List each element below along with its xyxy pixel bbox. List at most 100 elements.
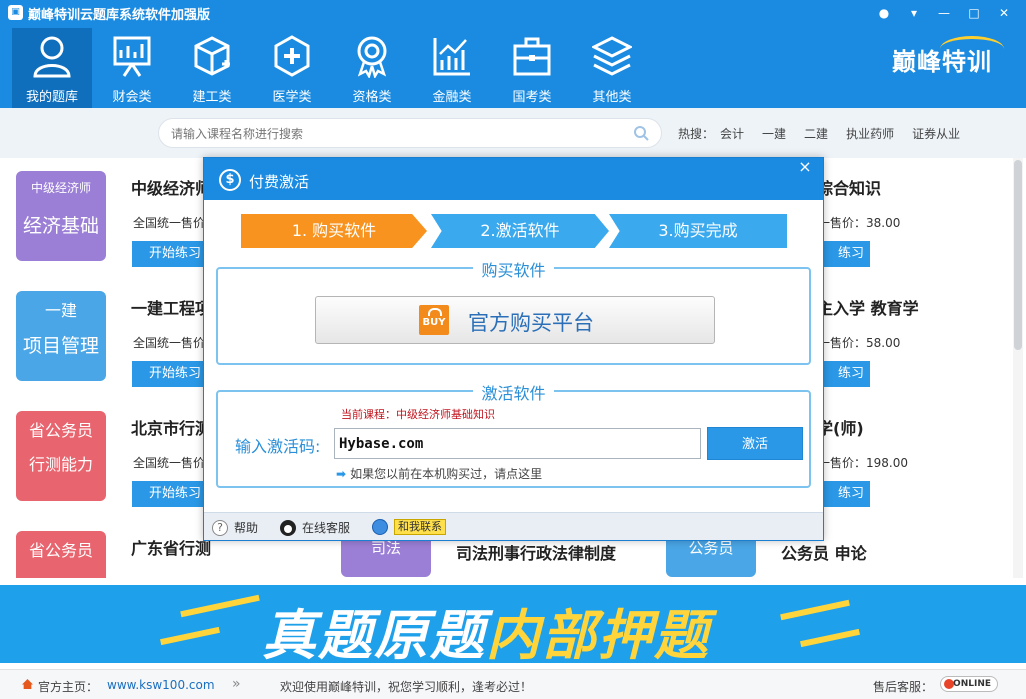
course-price: 一售价：198.00	[818, 456, 908, 470]
category-nav: 我的题库 财会类 建工类 医学类 资格类 金融类 国考类 其他类	[12, 28, 652, 108]
start-practice-button[interactable]: 练习	[822, 481, 870, 507]
current-course-text: 当前课程：中级经济师基础知识	[341, 408, 495, 421]
help-label: 帮助	[234, 521, 259, 535]
nav-label: 金融类	[432, 90, 472, 105]
step-buy: 1. 购买软件	[241, 214, 427, 248]
help-icon: ?	[212, 519, 228, 536]
start-practice-button[interactable]: 练习	[822, 361, 870, 387]
hot-item-securities[interactable]: 证券从业	[912, 125, 960, 142]
activate-section-title: 激活软件	[473, 384, 554, 403]
badge-subject: 项目管理	[22, 335, 99, 357]
service-label: 售后客服：	[873, 680, 934, 694]
user-icon	[33, 36, 71, 78]
course-card: 学(师) 一售价：198.00 练习	[817, 411, 1002, 511]
hot-item-pharmacist[interactable]: 执业药师	[846, 125, 894, 142]
search-input[interactable]	[171, 124, 621, 144]
menu-icon[interactable]: ▾	[902, 4, 926, 22]
section-legend: 购买软件	[218, 257, 809, 281]
course-badge[interactable]: 中级经济师 经济基础	[16, 171, 106, 261]
official-buy-button[interactable]: BUY 官方购买平台	[315, 296, 715, 344]
nav-other[interactable]: 其他类	[572, 28, 652, 108]
hot-item-erjian[interactable]: 二建	[804, 125, 828, 142]
nav-my-library[interactable]: 我的题库	[12, 28, 92, 108]
banner-stripe	[160, 626, 220, 646]
activation-code-label: 输入激活码:	[235, 437, 321, 456]
dialog-body: 1. 购买软件 2.激活软件 3.购买完成 购买软件 BUY 官方购买平台 激活…	[204, 200, 823, 512]
nav-label: 财会类	[112, 90, 152, 105]
course-title: 北京市行测	[131, 419, 212, 438]
hot-item-yijian[interactable]: 一建	[762, 125, 786, 142]
qq-icon	[280, 519, 296, 536]
restore-purchase-link[interactable]: ➡ 如果您以前在本机购买过，请点这里	[336, 465, 542, 482]
course-badge[interactable]: 省公务员	[16, 531, 106, 578]
double-chevron-icon: »	[232, 676, 241, 692]
nav-medical[interactable]: 医学类	[252, 28, 332, 108]
online-service-button[interactable]: ONLINE	[940, 676, 998, 692]
course-title: 中级经济师	[131, 179, 212, 198]
close-icon[interactable]: ✕	[992, 4, 1016, 22]
scrollbar-thumb[interactable]	[1014, 160, 1022, 350]
app-icon: ▣	[8, 5, 23, 20]
home-icon	[22, 679, 33, 689]
maximize-icon[interactable]: □	[962, 4, 986, 22]
contact-me-link[interactable]: 和我联系	[372, 519, 446, 535]
dialog-close-button[interactable]: ×	[795, 158, 815, 178]
buy-section: 购买软件 BUY 官方购买平台	[216, 261, 811, 365]
nav-finance[interactable]: 金融类	[412, 28, 492, 108]
app-title: 巅峰特训云题库系统软件加强版	[28, 8, 211, 23]
course-badge[interactable]: 省公务员 行测能力	[16, 411, 106, 501]
course-title: 广东省行测	[131, 539, 212, 558]
homepage-label: 官方主页：	[38, 680, 99, 694]
step-activate: 2.激活软件	[431, 214, 609, 248]
badge-category: 中级经济师	[30, 181, 91, 195]
dollar-icon: $	[219, 169, 241, 191]
online-service-link[interactable]: 在线客服	[280, 519, 350, 536]
banner-slogan: 真题原题内部押题	[262, 591, 710, 663]
course-title: 主入学 教育学	[817, 299, 919, 318]
nav-national-exam[interactable]: 国考类	[492, 28, 572, 108]
nav-construction[interactable]: 建工类	[172, 28, 252, 108]
nav-label: 建工类	[192, 90, 232, 105]
badge-subject: 经济基础	[22, 215, 99, 237]
medical-cross-icon	[274, 35, 310, 77]
activate-button[interactable]: 激活	[707, 427, 803, 460]
nav-label: 医学类	[272, 90, 312, 105]
step-complete: 3.购买完成	[609, 214, 787, 248]
nav-accounting[interactable]: 财会类	[92, 28, 172, 108]
activation-dialog: $ 付费激活 × 1. 购买软件 2.激活软件 3.购买完成 购买软件 BUY …	[203, 157, 824, 541]
brand-logo: 巅峰特训	[892, 47, 992, 76]
activate-section: 激活软件 当前课程：中级经济师基础知识 输入激活码: 激活 ➡如果您以前在本机购…	[216, 384, 811, 488]
window-controls: ● ▾ — □ ✕	[872, 4, 1016, 22]
grid-scrollbar[interactable]	[1013, 158, 1023, 578]
hot-item-accounting[interactable]: 会计	[720, 125, 744, 142]
start-practice-button[interactable]: 练习	[822, 241, 870, 267]
search-box	[158, 118, 662, 148]
dialog-footer: ? 帮助 在线客服 和我联系	[204, 512, 823, 540]
status-bar: 官方主页： www.ksw100.com » 欢迎使用巅峰特训，祝您学习顺利，逢…	[0, 669, 1026, 699]
buy-button-label: 官方购买平台	[468, 311, 594, 335]
cube-icon	[194, 36, 230, 76]
nav-qualification[interactable]: 资格类	[332, 28, 412, 108]
search-icon[interactable]	[633, 125, 649, 141]
course-title: 综合知识	[817, 179, 882, 198]
dialog-title: 付费激活	[249, 173, 310, 191]
help-link[interactable]: ? 帮助	[212, 519, 258, 536]
hot-search-label: 热搜：	[678, 127, 715, 141]
course-badge[interactable]: 一建 项目管理	[16, 291, 106, 381]
banner-stripe	[780, 599, 850, 621]
account-icon[interactable]: ●	[872, 4, 896, 22]
briefcase-icon	[513, 37, 551, 76]
activation-code-input[interactable]	[334, 428, 701, 459]
hot-search: 热搜： 会计 一建 二建 执业药师 证券从业	[678, 125, 978, 142]
course-card: 主入学 教育学 一售价：58.00 练习	[817, 291, 1002, 391]
banner-text-white: 真题原题	[262, 603, 486, 663]
restore-purchase-text: 如果您以前在本机购买过，请点这里	[350, 467, 543, 481]
homepage-link[interactable]: www.ksw100.com	[107, 678, 215, 692]
promo-banner[interactable]: 真题原题内部押题	[0, 585, 1026, 663]
minimize-icon[interactable]: —	[932, 4, 956, 22]
course-price: 全国统一售价	[133, 216, 206, 230]
growth-chart-icon	[433, 38, 470, 76]
chart-board-icon	[113, 36, 151, 77]
course-price: 一售价：38.00	[818, 216, 901, 230]
dialog-header: $ 付费激活 ×	[204, 158, 823, 200]
